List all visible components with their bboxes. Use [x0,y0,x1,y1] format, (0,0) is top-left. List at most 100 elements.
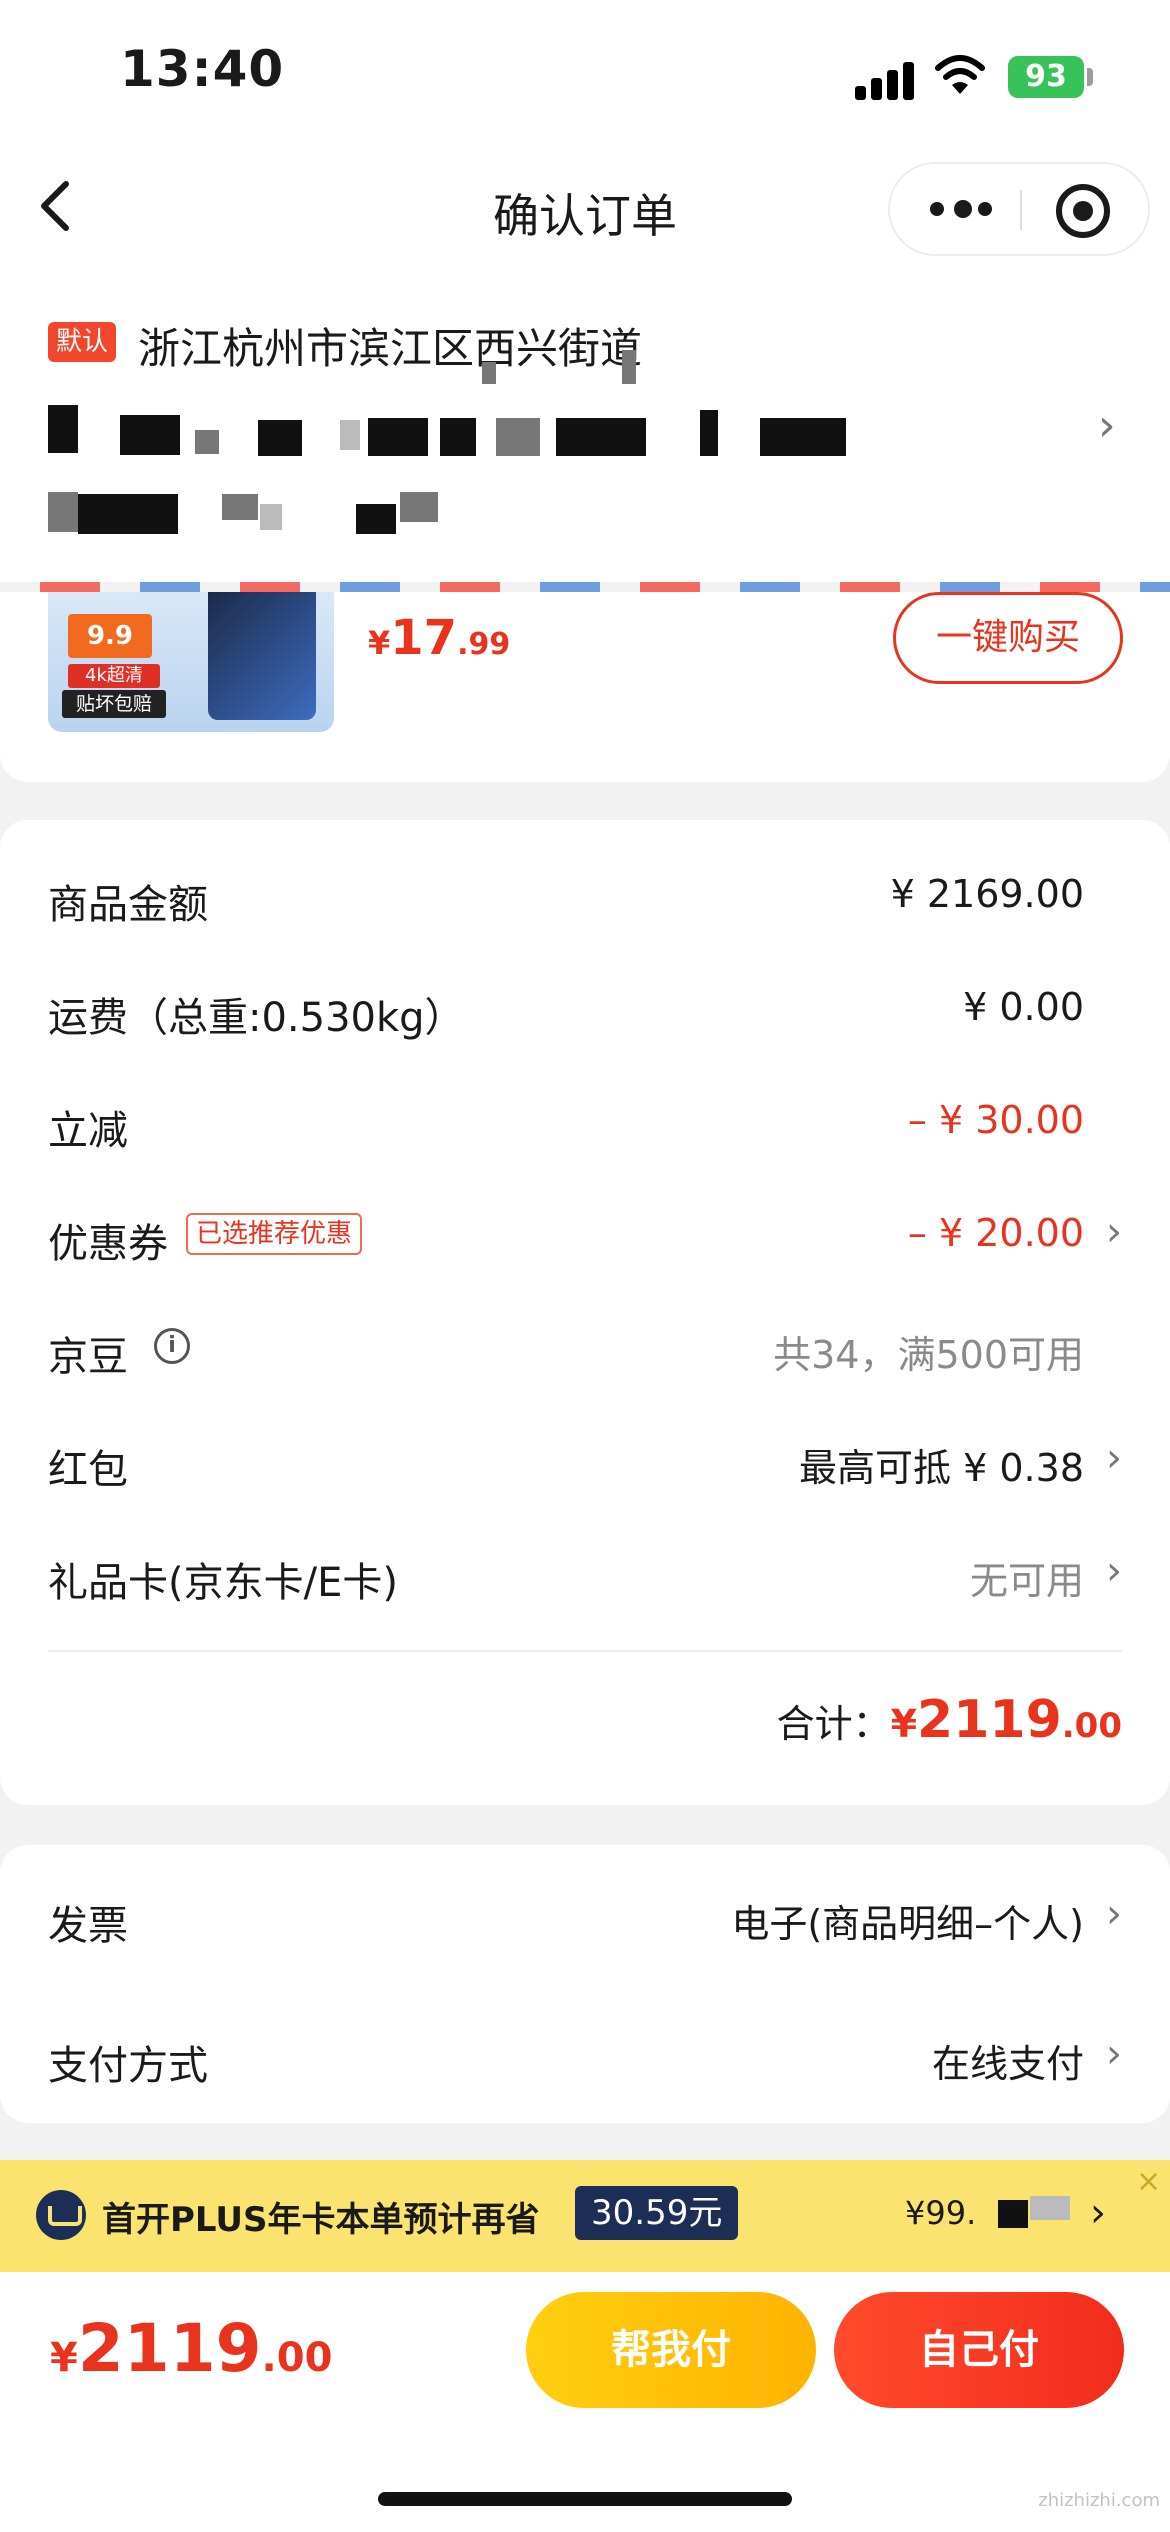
address-card[interactable]: 默认 浙江杭州市滨江区西兴街道 › [0,270,1170,582]
one-click-buy-button[interactable]: 一键购买 [893,592,1123,684]
plus-price: ¥99. [905,2194,977,2232]
recommend-product-card: 9.9 4k超清 贴坏包赔 ¥17.99 一键购买 [0,592,1170,782]
redacted-mosaic [622,350,636,384]
battery-cap [1087,68,1093,86]
plus-membership-banner[interactable]: 首开PLUS年卡本单预计再省 30.59元 ¥99. › × [0,2160,1170,2272]
redacted-mosaic [496,418,540,456]
redacted-mosaic [78,494,178,534]
nav-bar: 确认订单 [0,150,1170,270]
redacted-mosaic [700,410,718,456]
home-indicator[interactable] [378,2492,792,2506]
row-value: 电子(商品明细–个人) [731,1902,1084,1946]
redacted-mosaic [368,418,428,456]
row-label: 礼品卡(京东卡/E卡) [48,1560,398,1606]
row-value: 最高可抵 ¥ 0.38 [799,1446,1084,1490]
redacted-mosaic [258,420,302,456]
redacted-mosaic [760,418,846,456]
row-label: 支付方式 [48,2043,208,2089]
phone-image [208,592,316,720]
divider [48,1650,1122,1652]
redacted-mosaic [48,405,78,453]
row-goods-amount: 商品金额 ¥ 2169.00 [48,862,1122,932]
thumb-tag-4k: 4k超清 [68,664,160,688]
chevron-right-icon: › [1106,1548,1122,1594]
row-value: 在线支付 [931,2042,1084,2086]
wifi-icon [935,55,985,94]
plus-crown-icon [36,2190,86,2240]
redacted-mosaic [556,418,646,456]
thumb-tag-warranty: 贴坏包赔 [62,690,166,718]
pay-myself-button[interactable]: 自己付 [834,2292,1124,2408]
capsule-divider [1020,190,1022,230]
invoice-payment-card: 发票 电子(商品明细–个人) › 支付方式 在线支付 › [0,1845,1170,2123]
row-label: 运费（总重:0.530kg） [48,995,465,1041]
total-label: 合计： [776,1702,891,1746]
redacted-mosaic [440,418,476,456]
bottom-action-bar: ¥2119.00 帮我付 自己付 [0,2272,1170,2532]
status-bar: 13:40 93 [0,0,1170,150]
chevron-right-icon: › [1106,1209,1122,1255]
redacted-mosaic [195,430,219,454]
row-label: 京豆 [48,1334,128,1380]
signal-icon [855,60,915,100]
chevron-right-icon: › [1106,1891,1122,1937]
info-icon[interactable]: i [154,1328,190,1364]
thumb-price-tag: 9.9 [68,614,152,658]
bottom-total-integer: 2119 [77,2310,262,2387]
row-label: 优惠券 [48,1221,168,1267]
close-icon[interactable]: × [1136,2164,1161,2199]
total-decimal: .00 [1061,1706,1122,1746]
redacted-mosaic [340,420,360,450]
redacted-mosaic [356,504,396,534]
target-icon[interactable] [1056,184,1110,238]
row-value: – ¥ 20.00 [907,1211,1084,1255]
plus-banner-text: 首开PLUS年卡本单预计再省 [102,2200,540,2240]
redacted-mosaic [260,504,282,530]
chevron-right-icon: › [1106,1435,1122,1481]
row-red-packet[interactable]: 红包 最高可抵 ¥ 0.38 › [48,1427,1122,1497]
battery-icon: 93 [1008,56,1084,98]
chevron-right-icon: › [1090,2190,1106,2236]
row-jingdou: 京豆 i 共34，满500可用 [48,1314,1122,1384]
row-value: ¥ 2169.00 [890,872,1084,916]
redacted-mosaic [1030,2196,1070,2220]
coupon-recommended-tag: 已选推荐优惠 [186,1213,363,1255]
watermark: zhizhizhi.com [1038,2490,1160,2511]
row-payment-method[interactable]: 支付方式 在线支付 › [48,2023,1122,2093]
row-value: ¥ 0.00 [963,985,1084,1029]
price-details-card: 商品金额 ¥ 2169.00 运费（总重:0.530kg） ¥ 0.00 立减 … [0,820,1170,1805]
battery-level: 93 [1025,59,1067,94]
bottom-total-decimal: .00 [261,2335,333,2381]
row-instant-discount: 立减 – ¥ 30.00 [48,1088,1122,1158]
redacted-mosaic [998,2200,1028,2228]
row-gift-card[interactable]: 礼品卡(京东卡/E卡) 无可用 › [48,1540,1122,1610]
bottom-total-currency: ¥ [50,2335,78,2381]
bottom-total-price: ¥2119.00 [50,2310,332,2387]
product-price-currency: ¥ [368,624,391,662]
row-invoice[interactable]: 发票 电子(商品明细–个人) › [48,1883,1122,1953]
redacted-mosaic [400,492,438,522]
row-shipping: 运费（总重:0.530kg） ¥ 0.00 [48,975,1122,1045]
redacted-mosaic [48,492,78,532]
row-label: 红包 [48,1447,128,1493]
status-time: 13:40 [120,40,285,98]
row-label: 发票 [48,1903,128,1949]
row-coupon[interactable]: 优惠券 已选推荐优惠 – ¥ 20.00 › [48,1201,1122,1271]
redacted-mosaic [120,415,180,455]
airmail-divider [40,582,1170,592]
plus-savings-badge: 30.59元 [575,2186,739,2240]
address-region: 浙江杭州市滨江区西兴街道 [138,324,643,373]
product-thumbnail[interactable]: 9.9 4k超清 贴坏包赔 [48,592,334,732]
chevron-right-icon: › [1106,2031,1122,2077]
product-price-integer: 17 [390,610,458,666]
order-total: 合计：¥2119.00 [777,1690,1122,1750]
address-chevron-right-icon: › [1098,400,1116,451]
row-value: 无可用 [969,1559,1084,1603]
default-address-tag: 默认 [48,322,117,362]
redacted-mosaic [222,494,258,520]
row-label: 立减 [48,1108,128,1154]
help-me-pay-button[interactable]: 帮我付 [526,2292,816,2408]
mini-program-capsule [888,162,1150,256]
more-icon[interactable] [930,194,996,224]
row-value: – ¥ 30.00 [907,1098,1084,1142]
